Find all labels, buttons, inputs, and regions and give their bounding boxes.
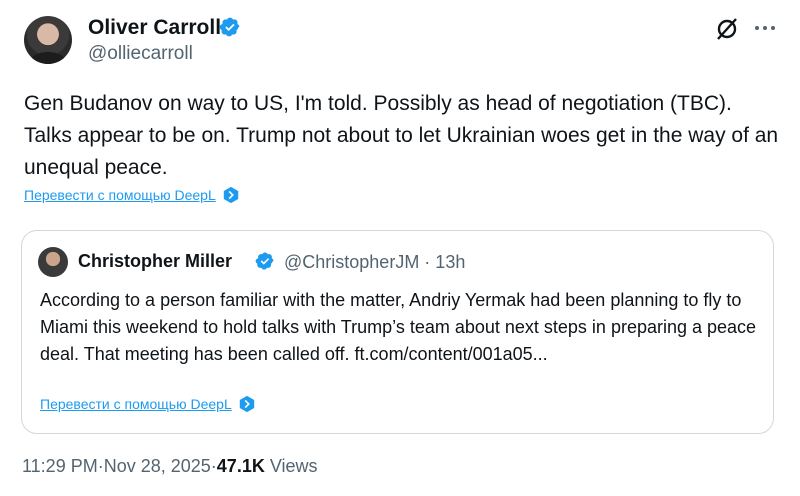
views-count[interactable]: 47.1K (217, 456, 265, 477)
more-icon[interactable] (752, 18, 778, 38)
views-label: Views (264, 456, 318, 476)
quote-avatar[interactable] (38, 247, 68, 277)
deepl-icon (239, 395, 254, 413)
quote-translate-label: Перевести с помощью DeepL (40, 396, 232, 412)
tweet-time[interactable]: 11:29 PM (22, 456, 98, 477)
quoted-tweet[interactable]: Christopher Miller @ChristopherJM · 13h … (21, 230, 774, 434)
author-avatar[interactable] (24, 16, 72, 64)
quote-translate-link[interactable]: Перевести с помощью DeepL (40, 395, 256, 413)
tweet-meta: 11:29 PM · Nov 28, 2025 · 47.1K Views (22, 456, 318, 477)
translate-link[interactable]: Перевести с помощью DeepL (24, 186, 240, 204)
quote-author-name[interactable]: Christopher Miller (78, 251, 232, 272)
quote-text: According to a person familiar with the … (40, 290, 757, 364)
tweet-text: Gen Budanov on way to US, I'm told. Poss… (24, 92, 779, 179)
translate-label: Перевести с помощью DeepL (24, 187, 216, 203)
author-name[interactable]: Oliver Carroll (88, 16, 221, 40)
verified-badge-icon (255, 252, 274, 270)
grok-icon[interactable] (714, 16, 740, 42)
tweet-date[interactable]: Nov 28, 2025 (104, 456, 211, 477)
author-handle[interactable]: @olliecarroll (88, 43, 193, 65)
quote-handle-time[interactable]: @ChristopherJM · 13h (284, 252, 465, 273)
verified-badge-icon (219, 17, 240, 37)
deepl-icon (223, 186, 238, 204)
